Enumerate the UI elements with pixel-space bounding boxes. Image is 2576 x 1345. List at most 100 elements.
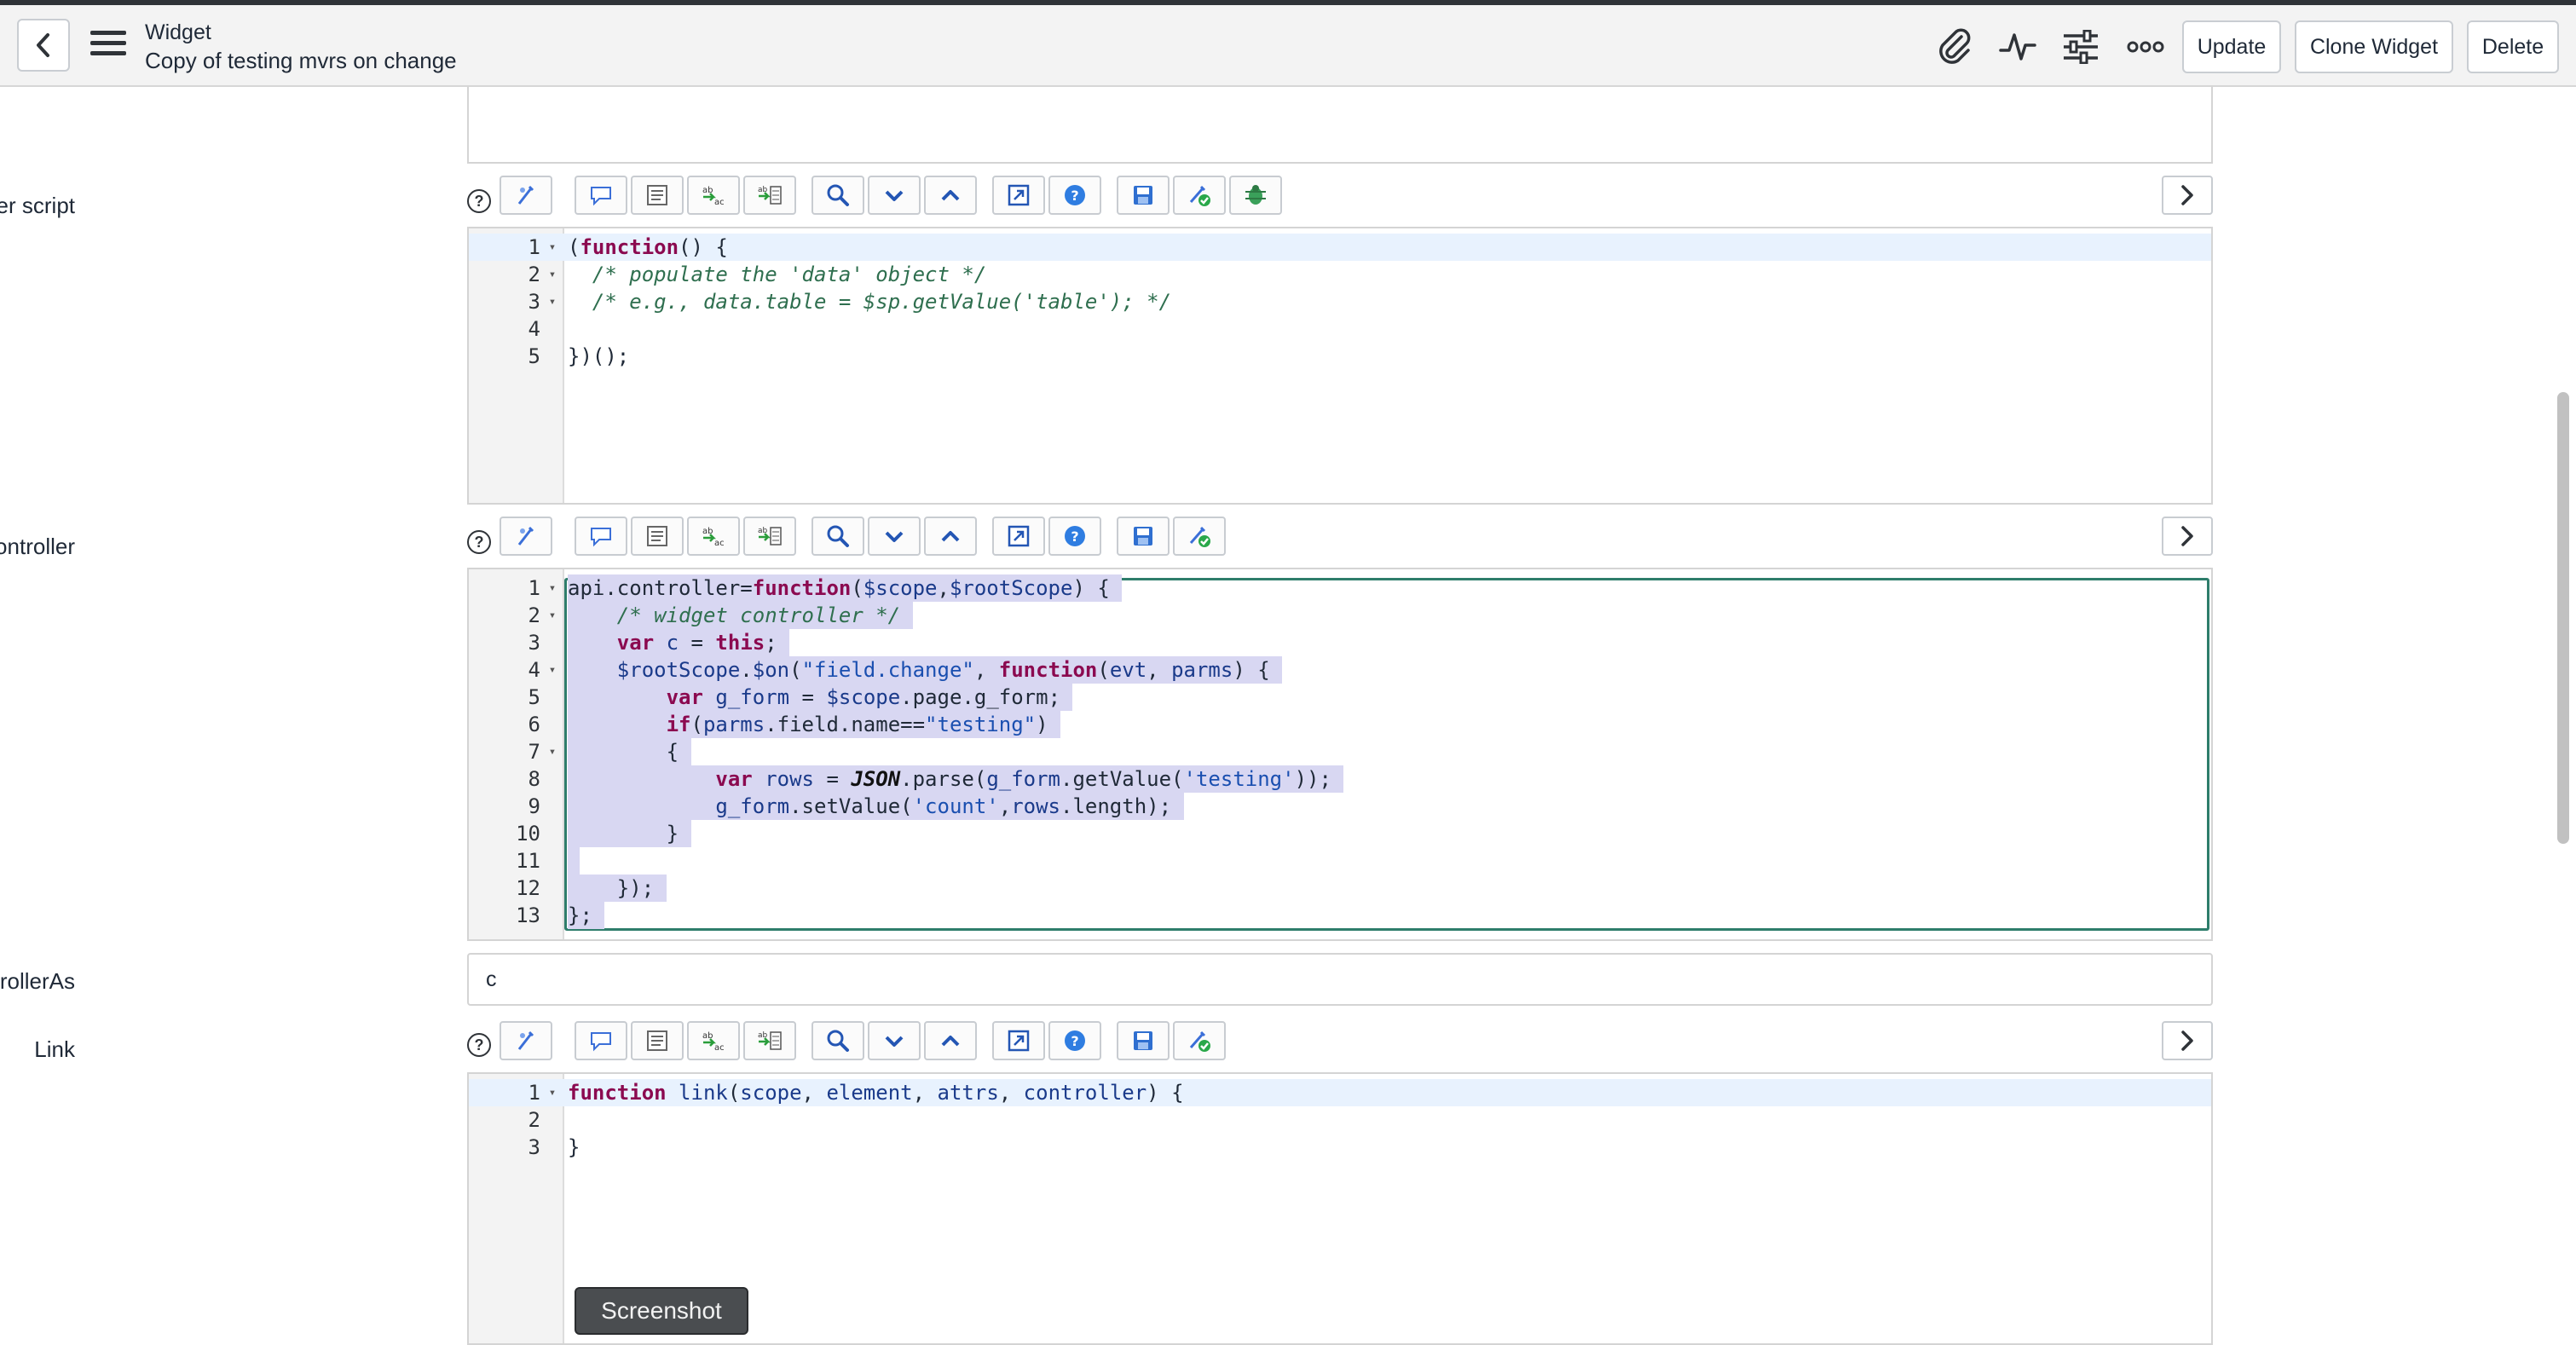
format-code-button[interactable] (631, 1021, 684, 1060)
help-button[interactable]: ? (1048, 517, 1101, 556)
update-button[interactable]: Update (2182, 20, 2281, 73)
fold-toggle-icon[interactable]: ▾ (544, 288, 561, 315)
fold-toggle-icon[interactable]: ▾ (544, 1079, 561, 1106)
syntax-check-icon (1189, 526, 1210, 547)
code-line[interactable]: 13}; (469, 902, 2211, 929)
find-previous-button[interactable] (924, 517, 977, 556)
code-line[interactable]: 1 ▾ (function() { (469, 234, 2211, 261)
syntax-check-button[interactable] (1173, 1021, 1226, 1060)
fullscreen-button[interactable] (992, 176, 1045, 215)
code-line[interactable]: 8 var rows = JSON.parse(g_form.getValue(… (469, 765, 2211, 793)
fold-toggle-icon[interactable]: ▾ (544, 656, 561, 684)
help-icon[interactable]: ? (467, 1033, 491, 1057)
replace-button[interactable]: ab ac (687, 517, 740, 556)
previous-field-editor[interactable] (467, 87, 2213, 164)
code-line[interactable]: 4 ▾ $rootScope.$on("field.change", functi… (469, 656, 2211, 684)
page-scrollbar[interactable] (2557, 392, 2569, 844)
code-line[interactable]: 3 ▾ /* e.g., data.table = $sp.getValue('t… (469, 288, 2211, 315)
find-next-button[interactable] (868, 1021, 921, 1060)
expand-editor-button[interactable] (2162, 176, 2213, 215)
format-code-icon (647, 185, 667, 205)
code-line[interactable]: 3 var c = this; (469, 629, 2211, 656)
help-button[interactable]: ? (1048, 1021, 1101, 1060)
find-next-button[interactable] (868, 176, 921, 215)
replace-button[interactable]: ab ac (687, 1021, 740, 1060)
fold-toggle-icon[interactable]: ▾ (544, 261, 561, 288)
code-line[interactable]: 9 g_form.setValue('count',rows.length); (469, 793, 2211, 820)
help-icon: ? (1065, 1030, 1085, 1051)
debug-button[interactable] (1229, 176, 1282, 215)
help-button[interactable]: ? (1048, 176, 1101, 215)
expand-editor-button[interactable] (2162, 1021, 2213, 1060)
script-assist-button[interactable] (500, 176, 552, 215)
client-controller-editor[interactable]: 1 ▾ api.controller=function($scope,$rootSc… (467, 568, 2213, 941)
code-line[interactable]: 11 (469, 847, 2211, 875)
fullscreen-button[interactable] (992, 517, 1045, 556)
replace-button[interactable]: ab ac (687, 176, 740, 215)
script-assist-button[interactable] (500, 1021, 552, 1060)
toggle-comment-button[interactable] (575, 1021, 627, 1060)
replace-all-button[interactable]: ab (743, 1021, 796, 1060)
fullscreen-button[interactable] (992, 1021, 1045, 1060)
expand-editor-button[interactable] (2162, 517, 2213, 556)
code-line[interactable]: 7 ▾ { (469, 738, 2211, 765)
code-line[interactable]: 2 ▾ /* populate the 'data' object */ (469, 261, 2211, 288)
find-previous-button[interactable] (924, 1021, 977, 1060)
server-script-editor[interactable]: 1 ▾ (function() {2 ▾ /* populate the 'data'… (467, 227, 2213, 505)
search-button[interactable] (811, 517, 864, 556)
replace-all-button[interactable]: ab (743, 176, 796, 215)
script-assist-button[interactable] (500, 517, 552, 556)
code-line[interactable]: 6 if(parms.field.name=="testing") (469, 711, 2211, 738)
more-options-icon[interactable] (2124, 26, 2167, 68)
syntax-check-button[interactable] (1173, 176, 1226, 215)
code-line[interactable]: 1 ▾ function link(scope, element, attrs, c… (469, 1079, 2211, 1106)
fold-toggle-icon[interactable]: ▾ (544, 738, 561, 765)
format-code-button[interactable] (631, 517, 684, 556)
toggle-comment-icon (591, 1032, 611, 1052)
find-previous-button[interactable] (924, 176, 977, 215)
paperclip-icon[interactable] (1933, 26, 1976, 68)
syntax-check-button[interactable] (1173, 517, 1226, 556)
format-code-button[interactable] (631, 176, 684, 215)
toggle-comment-button[interactable] (575, 517, 627, 556)
code-line[interactable]: 5 var g_form = $scope.page.g_form; (469, 684, 2211, 711)
line-number: 8 (528, 767, 540, 791)
line-number: 2 (528, 603, 540, 627)
code-line[interactable]: 3} (469, 1134, 2211, 1161)
search-button[interactable] (811, 176, 864, 215)
code-text: var g_form = $scope.page.g_form; (568, 684, 1073, 711)
fold-toggle-icon[interactable]: ▾ (544, 574, 561, 602)
activity-icon[interactable] (1996, 26, 2039, 68)
code-line[interactable]: 4 (469, 315, 2211, 343)
line-number: 1 (528, 1081, 540, 1105)
save-button[interactable] (1117, 176, 1170, 215)
code-line[interactable]: 2 (469, 1106, 2211, 1134)
find-next-button[interactable] (868, 517, 921, 556)
code-line[interactable]: 5})(); (469, 343, 2211, 370)
help-icon[interactable]: ? (467, 530, 491, 554)
save-button[interactable] (1117, 1021, 1170, 1060)
format-code-icon (647, 526, 667, 546)
code-line[interactable]: 1 ▾ api.controller=function($scope,$rootSc… (469, 574, 2211, 602)
search-button[interactable] (811, 1021, 864, 1060)
code-line[interactable]: 12 }); (469, 875, 2211, 902)
code-line[interactable]: 2 ▾ /* widget controller */ (469, 602, 2211, 629)
line-number: 4 (528, 317, 540, 341)
hamburger-menu-icon[interactable] (90, 31, 126, 60)
save-button[interactable] (1117, 517, 1170, 556)
fold-toggle-icon[interactable]: ▾ (544, 602, 561, 629)
back-button[interactable] (17, 19, 70, 72)
replace-all-button[interactable]: ab (743, 517, 796, 556)
clone-widget-button[interactable]: Clone Widget (2295, 20, 2453, 73)
replace-icon: abac (702, 527, 725, 548)
replace-icon: abac (702, 1031, 725, 1053)
code-text: /* populate the 'data' object */ (592, 263, 987, 286)
help-icon[interactable]: ? (467, 189, 491, 213)
fold-toggle-icon[interactable]: ▾ (544, 234, 561, 261)
code-text: var c = this; (568, 629, 790, 656)
sliders-icon[interactable] (2059, 26, 2102, 68)
delete-button[interactable]: Delete (2467, 20, 2559, 73)
controller-as-input[interactable]: c (467, 953, 2213, 1006)
toggle-comment-button[interactable] (575, 176, 627, 215)
code-line[interactable]: 10 } (469, 820, 2211, 847)
